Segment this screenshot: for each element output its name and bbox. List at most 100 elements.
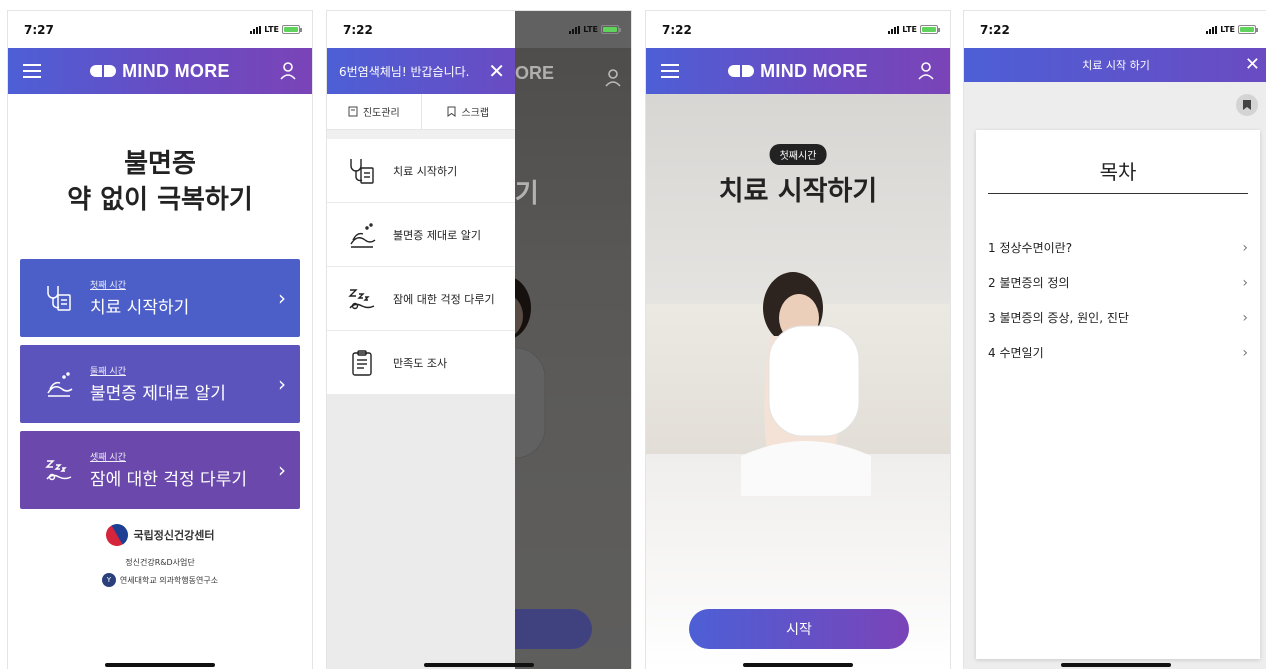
session-card-3[interactable]: 셋째 시간 잠에 대한 걱정 다루기 ›: [20, 431, 300, 509]
drawer-item-label: 만족도 조사: [393, 356, 448, 370]
content-header: 치료 시작 하기 ✕: [964, 48, 1266, 82]
card-sub-label: 첫째 시간: [90, 281, 126, 291]
drawer-empty-area: [327, 395, 515, 669]
behind-brand-text: ORE: [515, 63, 555, 83]
toc-item[interactable]: 3 불면증의 증상, 원인, 진단 ›: [988, 300, 1248, 335]
stethoscope-icon: [42, 281, 76, 315]
toc-item-label: 4 수면일기: [988, 346, 1044, 360]
toc-item-label: 2 불면증의 정의: [988, 276, 1070, 290]
close-icon[interactable]: ✕: [488, 59, 505, 83]
drawer-header: 6번염색체님! 반갑습니다. ✕: [327, 48, 515, 94]
battery-icon: [601, 25, 621, 34]
signal-icon: [250, 25, 262, 34]
sleeping-zzz-icon: [345, 282, 379, 316]
drawer-item-start-treatment[interactable]: 치료 시작하기: [327, 139, 515, 203]
hamburger-menu-icon[interactable]: [20, 59, 44, 83]
card-sub-label: 둘째 시간: [90, 367, 126, 377]
side-drawer: 7:22 6번염색체님! 반갑습니다. ✕ 진도관리 스크랩 치료 시작하기 불…: [327, 11, 515, 669]
pill-logo-icon: [728, 65, 755, 77]
status-time: 7:22: [343, 22, 373, 37]
chevron-right-icon: ›: [1242, 274, 1248, 291]
status-time: 7:27: [24, 22, 54, 37]
sleeping-zzz-icon: [42, 453, 76, 487]
toc-item[interactable]: 4 수면일기 ›: [988, 335, 1248, 370]
bookmark-button[interactable]: [1236, 94, 1258, 116]
hero-title: 불면증 약 없이 극복하기: [8, 146, 312, 218]
tab-progress[interactable]: 진도관리: [327, 94, 421, 129]
session-label-badge: 첫째시간: [769, 144, 827, 165]
home-indicator[interactable]: [1061, 663, 1171, 667]
status-indicators: LTE: [888, 25, 940, 34]
phone-home-screen: 7:27 LTE MIND MORE 불면증 약 없이 극복하기 첫째 시간 치…: [7, 10, 313, 669]
card-title: 잠에 대한 걱정 다루기: [90, 470, 247, 490]
status-indicators: LTE: [250, 25, 302, 34]
brand-name: MIND MORE: [122, 60, 230, 81]
org-university-name: 연세대학교 의과학행동연구소: [119, 575, 219, 585]
start-button[interactable]: 시작: [689, 609, 909, 649]
drawer-item-understand-insomnia[interactable]: 불면증 제대로 알기: [327, 203, 515, 267]
drawer-item-survey[interactable]: 만족도 조사: [327, 331, 515, 395]
card-sub-label: 셋째 시간: [90, 453, 126, 463]
user-profile-icon[interactable]: [276, 59, 300, 83]
tab-scrap[interactable]: 스크랩: [420, 94, 516, 129]
drawer-item-label: 잠에 대한 걱정 다루기: [393, 292, 495, 306]
close-icon[interactable]: ✕: [1245, 54, 1260, 75]
app-bar: MIND MORE: [8, 48, 312, 94]
status-indicators: LTE: [569, 25, 621, 34]
divider: [327, 130, 515, 139]
home-indicator[interactable]: [743, 663, 853, 667]
network-label: LTE: [583, 25, 598, 34]
status-bar: 7:22 LTE: [964, 11, 1266, 48]
phone-drawer-screen: ORE 다루기 7:22 LTE 7:22 6번염색체님! 반갑습니다. ✕: [326, 10, 632, 669]
status-bar: 7:22: [327, 11, 515, 48]
battery-icon: [1238, 25, 1258, 34]
battery-icon: [920, 25, 940, 34]
session-card-1[interactable]: 첫째 시간 치료 시작하기 ›: [20, 259, 300, 337]
user-profile-icon[interactable]: [914, 59, 938, 83]
org-main-name: 국립정신건강센터: [133, 529, 215, 542]
app-bar: MIND MORE: [646, 48, 950, 94]
drawer-tabs: 진도관리 스크랩: [327, 94, 515, 130]
card-title: 불면증 제대로 알기: [90, 384, 226, 404]
woman-pillow-image: [741, 272, 871, 496]
status-indicators: LTE: [1206, 25, 1258, 34]
chevron-right-icon: ›: [1242, 239, 1248, 256]
status-bar: 7:27 LTE: [8, 11, 312, 48]
org-university: Y 연세대학교 의과학행동연구소: [8, 573, 312, 587]
battery-icon: [282, 25, 302, 34]
status-time: 7:22: [662, 22, 692, 37]
user-profile-icon: [605, 69, 621, 87]
home-indicator[interactable]: [105, 663, 215, 667]
drawer-item-sleep-worry[interactable]: 잠에 대한 걱정 다루기: [327, 267, 515, 331]
moon-sleep-icon: [345, 218, 379, 252]
header-title: 치료 시작 하기: [1082, 59, 1150, 72]
stethoscope-icon: [345, 154, 379, 188]
moon-sleep-icon: [42, 367, 76, 401]
taeguk-emblem-icon: [101, 519, 132, 551]
toc-divider: [988, 193, 1248, 194]
hamburger-menu-icon[interactable]: [658, 59, 682, 83]
session-card-2[interactable]: 둘째 시간 불면증 제대로 알기 ›: [20, 345, 300, 423]
signal-icon: [1206, 25, 1218, 34]
chevron-right-icon: ›: [278, 286, 286, 310]
app-logo: MIND MORE: [90, 61, 230, 82]
org-logo-main: 국립정신건강센터: [8, 519, 312, 551]
university-seal-icon: Y: [101, 573, 116, 587]
network-label: LTE: [902, 25, 917, 34]
toc-title: 목차: [1099, 160, 1137, 184]
brand-name: MIND MORE: [760, 60, 868, 81]
home-indicator[interactable]: [424, 663, 534, 667]
toc-list: 1 정상수면이란? › 2 불면증의 정의 › 3 불면증의 증상, 원인, 진…: [988, 230, 1248, 370]
toc-item[interactable]: 1 정상수면이란? ›: [988, 230, 1248, 265]
phone-toc-screen: 7:22 LTE 치료 시작 하기 ✕ 목차 1 정상수면이란? › 2 불면증…: [963, 10, 1266, 669]
tab-label: 진도관리: [362, 108, 400, 119]
app-logo: MIND MORE: [728, 61, 868, 82]
bookmark-icon: [447, 106, 456, 117]
drawer-item-label: 불면증 제대로 알기: [393, 228, 481, 242]
signal-icon: [888, 25, 900, 34]
toc-item[interactable]: 2 불면증의 정의 ›: [988, 265, 1248, 300]
notebook-icon: [348, 106, 358, 117]
org-sub-name: 정신건강R&D사업단: [125, 558, 195, 567]
toc-item-label: 1 정상수면이란?: [988, 241, 1073, 255]
tab-label: 스크랩: [461, 108, 490, 119]
